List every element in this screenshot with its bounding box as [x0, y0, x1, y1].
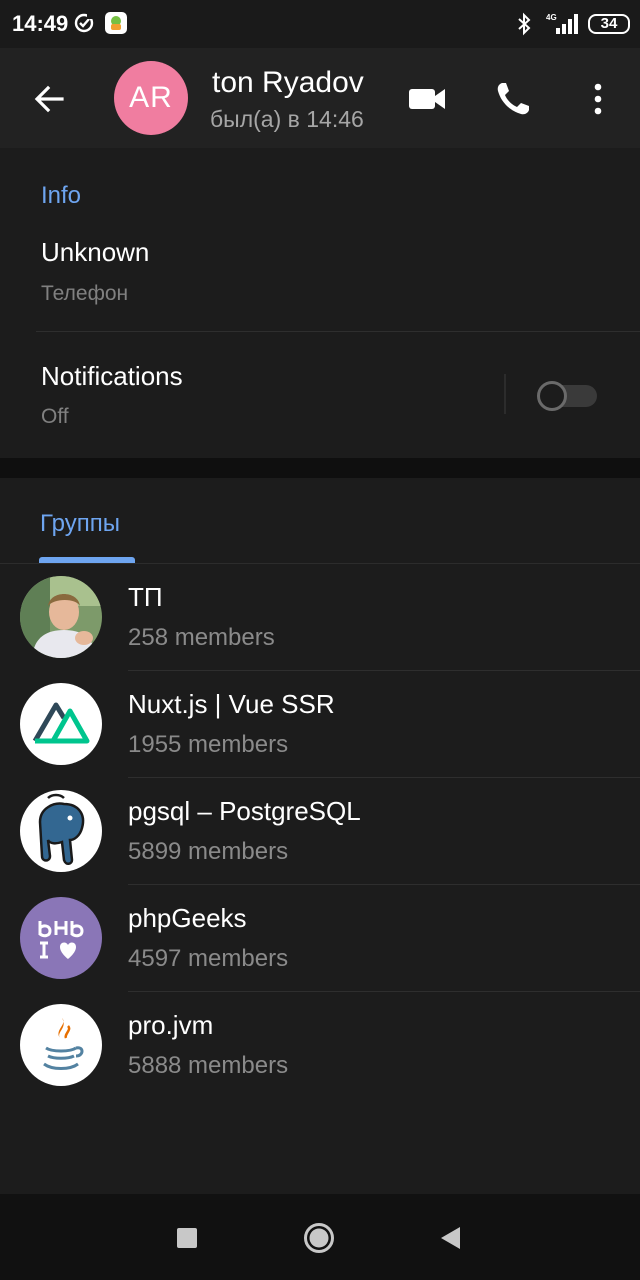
group-name: pro.jvm: [128, 1010, 214, 1040]
list-item[interactable]: phpGeeks 4597 members: [0, 885, 640, 992]
phone-label: Телефон: [41, 282, 129, 305]
app-bar: AR ton Ryadov был(а) в 14:46: [0, 48, 640, 148]
groups-section: Группы ТП 258 members Nuxt.js | Vue SSR …: [0, 478, 640, 1194]
last-seen-status: был(а) в 14:46: [210, 106, 364, 132]
status-bar: 14:49 4G 34: [0, 0, 640, 48]
notifications-title[interactable]: Notifications: [41, 361, 183, 392]
list-item[interactable]: Nuxt.js | Vue SSR 1955 members: [0, 671, 640, 778]
toggle-knob: [537, 381, 567, 411]
arrow-left-icon[interactable]: [26, 76, 72, 122]
group-name: Nuxt.js | Vue SSR: [128, 689, 335, 719]
avatar[interactable]: AR: [114, 61, 188, 135]
more-vertical-icon[interactable]: [575, 76, 621, 122]
group-name: phpGeeks: [128, 903, 247, 933]
back-triangle-icon[interactable]: [438, 1225, 462, 1251]
tab-groups[interactable]: Группы: [40, 510, 120, 538]
list-item[interactable]: pgsql – PostgreSQL 5899 members: [0, 778, 640, 885]
group-members: 5899 members: [128, 838, 289, 865]
group-members: 5888 members: [128, 1052, 289, 1079]
group-name: pgsql – PostgreSQL: [128, 796, 361, 826]
list-item[interactable]: ТП 258 members: [0, 564, 640, 671]
postgresql-elephant-icon: [20, 790, 102, 872]
divider: [36, 331, 640, 332]
network-label: 4G: [546, 13, 557, 22]
sync-icon: [74, 13, 95, 33]
phpgeeks-logo-icon: [20, 897, 102, 979]
group-members: 4597 members: [128, 945, 289, 972]
group-name: ТП: [128, 582, 163, 612]
list-item[interactable]: pro.jvm 5888 members: [0, 992, 640, 1099]
phone-icon[interactable]: [490, 76, 536, 122]
battery-icon: 34: [588, 14, 630, 34]
notifications-toggle[interactable]: [537, 381, 599, 411]
info-section: Info Unknown Телефон Notifications Off: [0, 148, 640, 458]
bluetooth-icon: [518, 12, 531, 36]
phone-value[interactable]: Unknown: [41, 237, 149, 268]
recents-square-icon[interactable]: [176, 1227, 198, 1249]
java-cup-icon: [20, 1004, 102, 1086]
video-camera-icon[interactable]: [404, 76, 450, 122]
info-header: Info: [41, 182, 82, 209]
app-icon: [105, 12, 127, 34]
section-gap: [0, 458, 640, 478]
system-nav-bar: [0, 1194, 640, 1280]
photo-avatar: [20, 576, 102, 658]
status-time: 14:49: [12, 11, 69, 36]
notifications-value: Off: [41, 405, 69, 428]
battery-level: 34: [600, 15, 618, 32]
contact-name: ton Ryadov: [212, 66, 364, 99]
toggle-separator: [504, 374, 506, 414]
nuxt-logo-icon: [20, 683, 102, 765]
group-members: 1955 members: [128, 731, 289, 758]
signal-icon: 4G: [546, 13, 578, 34]
home-circle-icon[interactable]: [303, 1222, 335, 1254]
group-members: 258 members: [128, 624, 275, 651]
